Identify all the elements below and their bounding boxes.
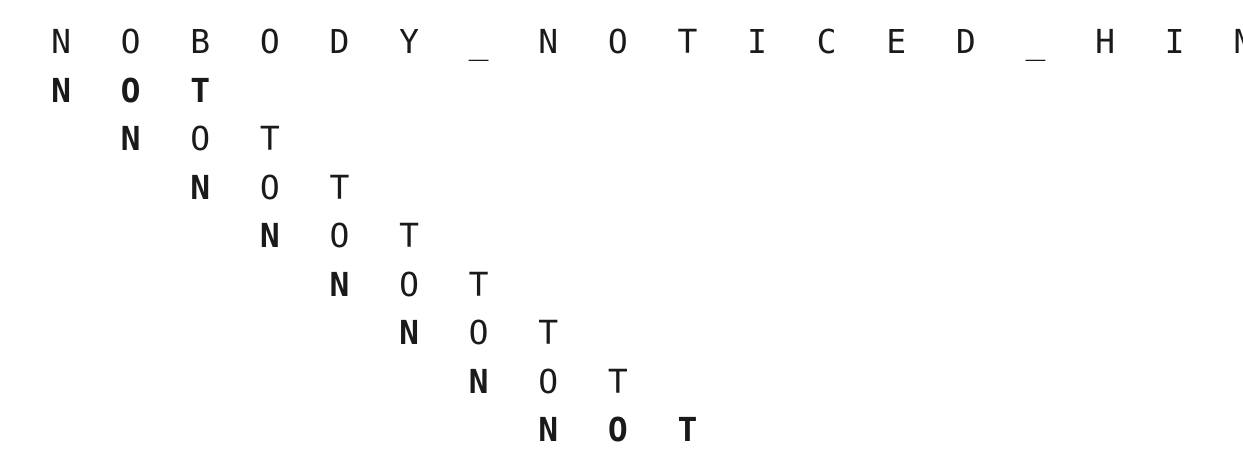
text-char: I: [747, 22, 767, 61]
pattern-char: O: [399, 264, 419, 304]
text-char: O: [120, 22, 141, 61]
text-char: B: [190, 22, 211, 61]
pattern-char: O: [259, 167, 280, 207]
pattern-char: N: [51, 70, 71, 110]
text-char: Y: [399, 22, 419, 61]
pattern-row: NOT: [0, 114, 1243, 164]
pattern-char: T: [468, 264, 489, 304]
text-char: M: [1224, 17, 1243, 67]
text-char: D: [955, 22, 976, 61]
pattern-row: NOT: [0, 66, 1243, 116]
text-char: I: [1164, 22, 1185, 61]
text-char: _: [468, 22, 489, 61]
pattern-char: T: [677, 410, 698, 449]
pattern-char: T: [190, 70, 211, 110]
pattern-row: NOT: [0, 163, 1243, 213]
pattern-char: N: [259, 216, 280, 255]
text-char: E: [886, 22, 907, 61]
pattern-char: T: [259, 119, 280, 158]
pattern-char: O: [468, 313, 489, 352]
pattern-char: T: [329, 167, 350, 207]
text-char: C: [816, 22, 837, 61]
text-char: N: [538, 22, 559, 61]
pattern-char: O: [120, 70, 141, 110]
pattern-char: N: [399, 313, 419, 352]
pattern-char: T: [538, 313, 559, 352]
text-char: D: [329, 22, 350, 61]
pattern-char: O: [538, 361, 559, 401]
pattern-row: NOT: [0, 308, 1243, 358]
text-char: O: [259, 22, 280, 61]
pattern-row: NOT: [0, 211, 1243, 261]
text-char: T: [677, 22, 698, 61]
text-char: H: [1095, 22, 1115, 61]
text-char: _: [1025, 22, 1046, 61]
pattern-char: T: [399, 216, 419, 255]
pattern-row: NOT: [0, 405, 1243, 455]
string-search-diagram: NOBODY_NOTICED_HIMNOTNOTNOTNOTNOTNOTNOTN…: [0, 0, 1243, 470]
pattern-row: NOT: [0, 357, 1243, 407]
pattern-char: N: [468, 361, 489, 401]
pattern-char: N: [190, 167, 211, 207]
text-char: N: [51, 22, 71, 61]
text-row: NOBODY_NOTICED_HIM: [0, 17, 1243, 67]
pattern-char: N: [329, 264, 350, 304]
pattern-char: T: [607, 361, 628, 401]
pattern-char: O: [190, 119, 211, 158]
text-char: O: [607, 22, 628, 61]
pattern-row: NOT: [0, 260, 1243, 310]
pattern-char: N: [538, 410, 559, 449]
pattern-char: O: [329, 216, 350, 255]
pattern-char: N: [120, 119, 141, 158]
pattern-char: O: [607, 410, 628, 449]
